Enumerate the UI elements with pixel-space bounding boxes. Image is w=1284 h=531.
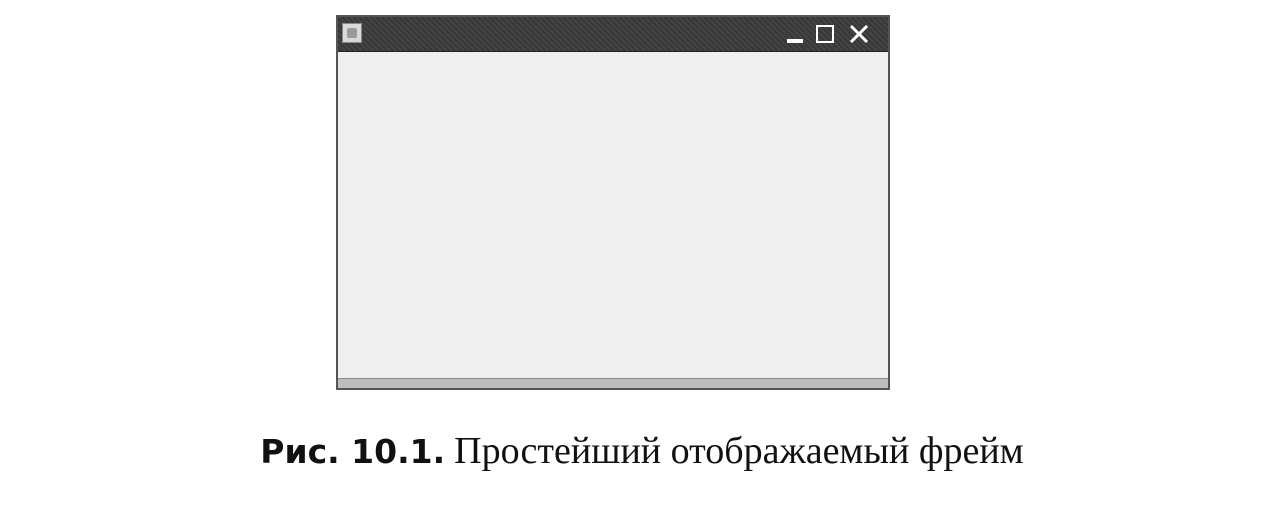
figure-caption-label: Рис. 10.1. — [260, 432, 446, 471]
frame-window — [336, 15, 890, 390]
maximize-icon — [816, 25, 834, 43]
minimize-button[interactable] — [784, 23, 806, 45]
figure-caption-text: Простейший отображаемый фрейм — [454, 430, 1024, 472]
title-bar[interactable] — [338, 17, 888, 52]
window-bottom-border[interactable] — [338, 378, 888, 388]
close-icon — [849, 24, 869, 44]
maximize-button[interactable] — [814, 23, 836, 45]
frame-content-area — [338, 52, 888, 378]
app-icon[interactable] — [342, 23, 362, 43]
minimize-icon — [787, 39, 803, 43]
close-button[interactable] — [848, 23, 870, 45]
figure-caption: Рис. 10.1. Простейший отображаемый фрейм — [0, 425, 1284, 478]
